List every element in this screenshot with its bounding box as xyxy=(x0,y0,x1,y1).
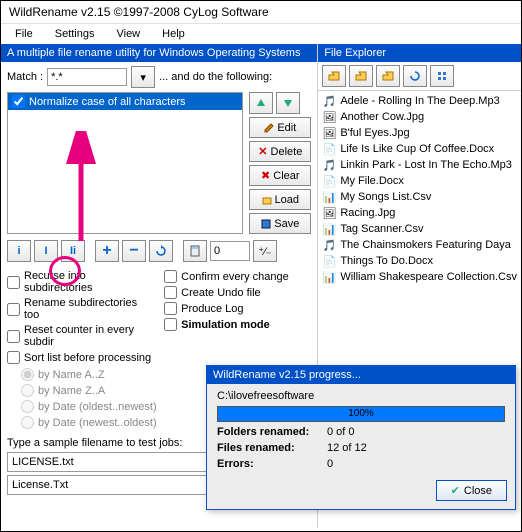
image-icon: 🖼 xyxy=(322,206,336,220)
sort-checkbox[interactable] xyxy=(7,351,20,364)
info2-button[interactable]: I xyxy=(34,240,58,262)
menubar: File Settings View Help xyxy=(1,24,521,44)
sort-nameaz-radio[interactable] xyxy=(21,368,34,381)
audio-icon: 🎵 xyxy=(322,94,336,108)
rensub-checkbox[interactable] xyxy=(7,303,20,316)
sort-nameza-radio[interactable] xyxy=(21,384,34,397)
list-item: 🖼B'ful Eyes.Jpg xyxy=(320,125,519,141)
list-item: 📊Tag Scanner.Csv xyxy=(320,221,519,237)
list-item: 🖼Racing.Jpg xyxy=(320,205,519,221)
info-button[interactable]: i xyxy=(7,240,31,262)
menu-file[interactable]: File xyxy=(5,26,43,42)
list-item: 📄Things To Do.Docx xyxy=(320,253,519,269)
confirm-label: Confirm every change xyxy=(181,271,289,283)
rules-list[interactable]: Normalize case of all characters xyxy=(7,92,243,234)
sort-dateon-radio[interactable] xyxy=(21,400,34,413)
csv-icon: 📊 xyxy=(322,190,336,204)
list-item: 📊William Shakespeare Collection.Csv xyxy=(320,269,519,285)
recurse-checkbox[interactable] xyxy=(7,276,20,289)
banner: A multiple file rename utility for Windo… xyxy=(1,44,317,62)
image-icon: 🖼 xyxy=(322,126,336,140)
dialog-title: WildRename v2.15 progress... xyxy=(207,366,515,384)
menu-settings[interactable]: Settings xyxy=(45,26,105,42)
counter-input[interactable] xyxy=(210,241,250,261)
calc-button[interactable] xyxy=(183,240,207,262)
rensub-label: Rename subdirectories too xyxy=(24,297,154,321)
audio-icon: 🎵 xyxy=(322,238,336,252)
list-item: 📊My Songs List.Csv xyxy=(320,189,519,205)
rule-label: Normalize case of all characters xyxy=(29,96,186,108)
clear-button[interactable]: ✖Clear xyxy=(249,165,311,186)
menu-help[interactable]: Help xyxy=(152,26,195,42)
list-item: 📄My File.Docx xyxy=(320,173,519,189)
rule-item[interactable]: Normalize case of all characters xyxy=(8,93,242,110)
move-up-button[interactable] xyxy=(249,92,273,114)
refresh-button[interactable] xyxy=(149,240,173,262)
reset-checkbox[interactable] xyxy=(7,330,20,343)
sort-dateno-radio[interactable] xyxy=(21,416,34,429)
dialog-path: C:\ilovefreesoftware xyxy=(217,390,505,402)
pattern-dropdown-icon[interactable]: ▾ xyxy=(131,66,155,88)
load-button[interactable]: Load xyxy=(249,189,311,210)
file-explorer-title: File Explorer xyxy=(318,44,521,62)
list-item: 📄Life Is Like Cup Of Coffee.Docx xyxy=(320,141,519,157)
csv-icon: 📊 xyxy=(322,222,336,236)
confirm-checkbox[interactable] xyxy=(164,270,177,283)
recurse-label: Recurse into subdirectories xyxy=(24,270,154,294)
sim-checkbox[interactable] xyxy=(164,318,177,331)
menu-view[interactable]: View xyxy=(106,26,150,42)
list-item: 🎵Linkin Park - Lost In The Echo.Mp3 xyxy=(320,157,519,173)
move-down-button[interactable] xyxy=(276,92,300,114)
fe-bookmark-button[interactable] xyxy=(376,65,400,87)
reset-label: Reset counter in every subdir xyxy=(24,324,154,348)
fe-view-button[interactable] xyxy=(430,65,454,87)
window-title: WildRename v2.15 ©1997-2008 CyLog Softwa… xyxy=(1,1,521,24)
doc-icon: 📄 xyxy=(322,254,336,268)
log-checkbox[interactable] xyxy=(164,302,177,315)
list-item: 🎵The Chainsmokers Featuring Daya xyxy=(320,237,519,253)
list-item: 🖼Another Cow.Jpg xyxy=(320,109,519,125)
info3-button[interactable]: Ii xyxy=(61,240,85,262)
sort-label: Sort list before processing xyxy=(24,352,151,364)
image-icon: 🖼 xyxy=(322,110,336,124)
sim-label: Simulation mode xyxy=(181,319,270,331)
rule-checkbox[interactable] xyxy=(12,95,25,108)
remove-button[interactable]: − xyxy=(122,240,146,262)
counter-opts-button[interactable]: ⁺⁄₋ xyxy=(253,240,277,262)
match-suffix: ... and do the following: xyxy=(159,71,272,83)
fe-refresh-button[interactable] xyxy=(403,65,427,87)
undo-checkbox[interactable] xyxy=(164,286,177,299)
match-pattern-input[interactable] xyxy=(47,68,127,86)
doc-icon: 📄 xyxy=(322,174,336,188)
close-button[interactable]: ✔Close xyxy=(436,480,507,501)
add-button[interactable]: + xyxy=(95,240,119,262)
progress-dialog: WildRename v2.15 progress... C:\ilovefre… xyxy=(206,365,516,510)
match-label: Match : xyxy=(7,71,43,83)
list-item: 🎵Adele - Rolling In The Deep.Mp3 xyxy=(320,93,519,109)
edit-button[interactable]: Edit xyxy=(249,117,311,138)
audio-icon: 🎵 xyxy=(322,158,336,172)
doc-icon: 📄 xyxy=(322,142,336,156)
save-button[interactable]: Save xyxy=(249,213,311,234)
csv-icon: 📊 xyxy=(322,270,336,284)
fe-up-button[interactable] xyxy=(322,65,346,87)
log-label: Produce Log xyxy=(181,303,243,315)
fe-home-button[interactable] xyxy=(349,65,373,87)
undo-label: Create Undo file xyxy=(181,287,261,299)
progress-bar: 100% xyxy=(217,406,505,422)
delete-button[interactable]: ✕Delete xyxy=(249,141,311,162)
